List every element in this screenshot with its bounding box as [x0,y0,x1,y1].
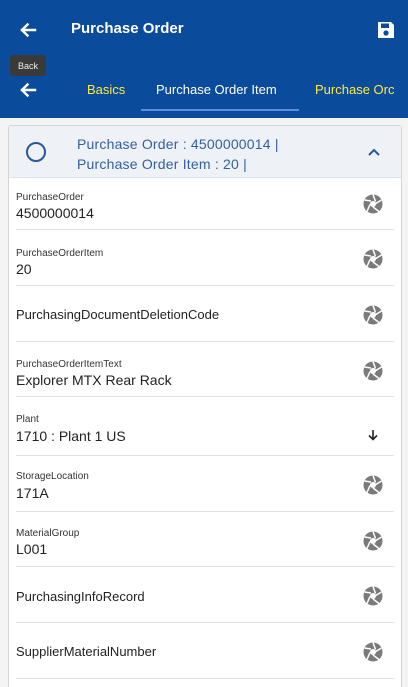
chevron-up-icon [368,148,380,156]
arrow-down-icon [368,430,378,441]
value-help-button[interactable] [362,248,384,270]
item-select-radio[interactable] [26,142,46,162]
back-button[interactable] [12,14,44,46]
tab-basics[interactable]: Basics [87,82,125,97]
field-label: Plant [16,414,39,425]
value-help-button[interactable] [362,474,384,496]
field-purchase-order-item[interactable]: PurchaseOrderItem 20 [16,230,394,286]
aperture-icon [363,305,383,325]
field-purchasing-info-record[interactable]: PurchasingInfoRecord [16,567,394,623]
field-purchase-order-item-text[interactable]: PurchaseOrderItemText Explorer MTX Rear … [16,342,394,397]
field-label: PurchasingInfoRecord [16,589,145,604]
value-help-button[interactable] [362,360,384,382]
tab-back-button[interactable] [12,74,44,106]
arrow-left-icon [20,82,37,98]
app-screen: Purchase Order Basics Purchase Order Ite… [0,0,408,687]
page-title: Purchase Order [71,20,184,37]
field-purchasing-document-deletion-code[interactable]: PurchasingDocumentDeletionCode [16,286,394,342]
active-tab-indicator [141,109,299,111]
field-storage-location[interactable]: StorageLocation 171A [16,456,394,512]
save-icon [378,22,394,38]
value-help-button[interactable] [362,530,384,552]
back-tooltip: Back [10,55,46,76]
item-card-header: Purchase Order : 4500000014 | Purchase O… [9,126,401,178]
field-value: 171A [16,485,49,501]
tab-purchase-order[interactable]: Purchase Orc [315,82,394,97]
dropdown-button[interactable] [362,424,384,446]
tab-bar: Basics Purchase Order Item Purchase Orc [0,62,408,118]
field-value: 20 [16,261,32,277]
aperture-icon [363,475,383,495]
field-value: Explorer MTX Rear Rack [16,372,172,388]
aperture-icon [363,249,383,269]
aperture-icon [363,194,383,214]
aperture-icon [363,531,383,551]
field-label: PurchaseOrderItem [16,248,104,259]
save-button[interactable] [370,14,402,46]
item-card: Purchase Order : 4500000014 | Purchase O… [8,125,402,687]
tab-purchase-order-item[interactable]: Purchase Order Item [156,82,277,97]
field-label: SupplierMaterialNumber [16,644,157,659]
field-label: PurchaseOrderItemText [16,359,122,370]
collapse-button[interactable] [363,142,385,162]
value-help-button[interactable] [362,193,384,215]
value-help-button[interactable] [362,585,384,607]
item-header-text: Purchase Order : 4500000014 | Purchase O… [77,134,279,174]
field-label: PurchaseOrder [16,192,84,203]
field-label: StorageLocation [16,471,89,482]
arrow-left-icon [20,22,37,38]
value-help-button[interactable] [362,641,384,663]
aperture-icon [363,361,383,381]
field-supplier-material-number[interactable]: SupplierMaterialNumber [16,623,394,679]
aperture-icon [363,642,383,662]
field-label: MaterialGroup [16,528,80,539]
field-value: 1710 : Plant 1 US [16,428,126,444]
field-purchase-order[interactable]: PurchaseOrder 4500000014 [16,178,394,230]
field-value: L001 [16,541,48,557]
value-help-button[interactable] [362,304,384,326]
field-plant[interactable]: Plant 1710 : Plant 1 US [16,397,394,456]
top-app-bar: Purchase Order [0,0,408,62]
field-value: 4500000014 [16,205,94,221]
item-header-line1: Purchase Order : 4500000014 | [77,136,279,152]
item-header-line2: Purchase Order Item : 20 | [77,156,247,172]
aperture-icon [363,586,383,606]
field-material-group[interactable]: MaterialGroup L001 [16,512,394,567]
field-label: PurchasingDocumentDeletionCode [16,307,220,322]
